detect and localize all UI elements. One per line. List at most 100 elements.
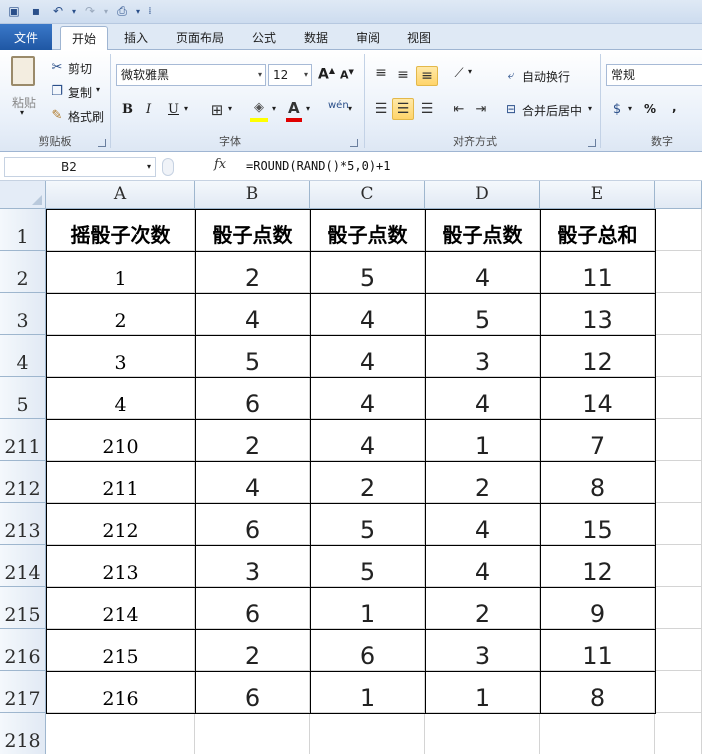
- table-cell[interactable]: 1: [310, 671, 426, 714]
- function-icon[interactable]: fx: [214, 157, 226, 172]
- table-cell[interactable]: 6: [195, 377, 311, 420]
- row-header-214[interactable]: 214: [0, 545, 46, 587]
- row-header-1[interactable]: 1: [0, 209, 46, 251]
- table-cell[interactable]: 1: [46, 251, 196, 294]
- wrap-text-icon[interactable]: ⤶: [502, 66, 520, 84]
- table-cell[interactable]: 3: [195, 545, 311, 588]
- formula-bar-resize-handle[interactable]: [162, 158, 174, 176]
- table-cell[interactable]: 6: [195, 587, 311, 630]
- cell[interactable]: [655, 419, 702, 461]
- undo-icon[interactable]: ↶: [50, 3, 66, 19]
- currency-icon[interactable]: $: [608, 100, 626, 118]
- row-header-211[interactable]: 211: [0, 419, 46, 461]
- table-cell[interactable]: 8: [540, 461, 656, 504]
- cell[interactable]: [655, 251, 702, 293]
- copy-button[interactable]: 复制: [68, 84, 92, 101]
- table-cell[interactable]: 213: [46, 545, 196, 588]
- cell[interactable]: [655, 461, 702, 503]
- table-cell[interactable]: 215: [46, 629, 196, 672]
- column-header-f[interactable]: [655, 181, 702, 209]
- table-cell[interactable]: 4: [425, 545, 541, 588]
- formula-input[interactable]: =ROUND(RAND()*5,0)+1: [246, 159, 391, 173]
- comma-button[interactable]: ,: [672, 100, 677, 114]
- row-header-4[interactable]: 4: [0, 335, 46, 377]
- row-header-217[interactable]: 217: [0, 671, 46, 713]
- align-middle-icon[interactable]: ≡: [394, 66, 412, 84]
- table-cell[interactable]: 11: [540, 251, 656, 294]
- orientation-icon[interactable]: ⟋: [450, 64, 468, 82]
- row-header-213[interactable]: 213: [0, 503, 46, 545]
- table-cell[interactable]: 5: [310, 251, 426, 294]
- table-cell[interactable]: 2: [195, 419, 311, 462]
- font-launcher-icon[interactable]: [350, 139, 358, 147]
- underline-dropdown-icon[interactable]: ▾: [184, 104, 188, 113]
- table-cell[interactable]: 11: [540, 629, 656, 672]
- table-cell[interactable]: 211: [46, 461, 196, 504]
- column-header-a[interactable]: A: [46, 181, 195, 209]
- table-cell[interactable]: 4: [310, 377, 426, 420]
- align-top-icon[interactable]: ≡: [372, 64, 390, 82]
- cell[interactable]: [655, 209, 702, 251]
- wrap-text-button[interactable]: 自动换行: [522, 68, 570, 85]
- orientation-dropdown-icon[interactable]: ▾: [468, 67, 472, 76]
- fill-dropdown-icon[interactable]: ▾: [272, 104, 276, 113]
- table-cell[interactable]: 1: [310, 587, 426, 630]
- percent-button[interactable]: %: [644, 102, 656, 116]
- currency-dropdown-icon[interactable]: ▾: [628, 104, 632, 113]
- table-header-cell[interactable]: 骰子点数: [195, 209, 311, 252]
- table-cell[interactable]: 4: [46, 377, 196, 420]
- merge-dropdown-icon[interactable]: ▾: [588, 104, 592, 113]
- underline-button[interactable]: U: [168, 102, 179, 117]
- cell[interactable]: [655, 671, 702, 713]
- customize-toolbar-icon[interactable]: ⁞: [142, 3, 158, 19]
- row-header-2[interactable]: 2: [0, 251, 46, 293]
- table-cell[interactable]: 5: [195, 335, 311, 378]
- clipboard-launcher-icon[interactable]: [98, 139, 106, 147]
- table-cell[interactable]: 4: [195, 293, 311, 336]
- table-cell[interactable]: 9: [540, 587, 656, 630]
- table-cell[interactable]: 12: [540, 335, 656, 378]
- table-cell[interactable]: 2: [46, 293, 196, 336]
- format-painter-button[interactable]: 格式刷: [68, 108, 104, 125]
- tab-home[interactable]: 开始: [60, 26, 108, 51]
- alignment-launcher-icon[interactable]: [588, 139, 596, 147]
- tab-page-layout[interactable]: 页面布局: [170, 26, 230, 50]
- table-cell[interactable]: 6: [195, 503, 311, 546]
- table-cell[interactable]: 216: [46, 671, 196, 714]
- borders-icon[interactable]: ⊞: [208, 101, 226, 119]
- row-header-216[interactable]: 216: [0, 629, 46, 671]
- table-cell[interactable]: 210: [46, 419, 196, 462]
- table-cell[interactable]: 3: [425, 335, 541, 378]
- cell[interactable]: [655, 629, 702, 671]
- phonetic-icon[interactable]: wén: [328, 100, 349, 111]
- cell[interactable]: [540, 713, 655, 754]
- table-cell[interactable]: 4: [195, 461, 311, 504]
- tab-review[interactable]: 审阅: [348, 26, 388, 50]
- table-cell[interactable]: 6: [310, 629, 426, 672]
- table-cell[interactable]: 6: [195, 671, 311, 714]
- table-cell[interactable]: 4: [310, 419, 426, 462]
- cell[interactable]: [655, 293, 702, 335]
- font-color-dropdown-icon[interactable]: ▾: [306, 104, 310, 113]
- row-header-215[interactable]: 215: [0, 587, 46, 629]
- name-box[interactable]: B2 ▾: [4, 157, 156, 177]
- table-cell[interactable]: 4: [425, 377, 541, 420]
- number-format-combo[interactable]: 常规: [606, 64, 702, 86]
- brush-icon[interactable]: ✎: [48, 106, 66, 124]
- decrease-indent-icon[interactable]: ⇤: [450, 100, 468, 118]
- cut-button[interactable]: 剪切: [68, 60, 92, 77]
- table-cell[interactable]: 4: [425, 251, 541, 294]
- bold-button[interactable]: B: [122, 102, 133, 117]
- tab-insert[interactable]: 插入: [114, 26, 158, 50]
- merge-center-icon[interactable]: ⊟: [502, 100, 520, 118]
- cell[interactable]: [655, 503, 702, 545]
- select-all-corner[interactable]: [0, 181, 46, 209]
- increase-indent-icon[interactable]: ⇥: [472, 100, 490, 118]
- row-header-3[interactable]: 3: [0, 293, 46, 335]
- table-cell[interactable]: 5: [310, 545, 426, 588]
- table-cell[interactable]: 3: [46, 335, 196, 378]
- table-header-cell[interactable]: 骰子总和: [540, 209, 656, 252]
- table-cell[interactable]: 4: [310, 335, 426, 378]
- font-name-combo[interactable]: 微软雅黑 ▾: [116, 64, 266, 86]
- table-cell[interactable]: 1: [425, 671, 541, 714]
